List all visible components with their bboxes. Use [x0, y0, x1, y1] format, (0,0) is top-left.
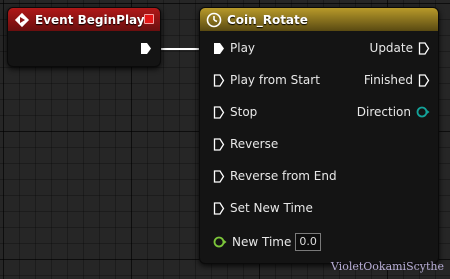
float-input-pin-icon[interactable]: [213, 235, 227, 249]
input-pin-set-new-time[interactable]: Set New Time: [213, 201, 313, 215]
pin-label: Play from Start: [230, 73, 320, 87]
input-pin-reverse[interactable]: Reverse: [213, 137, 278, 151]
pin-label: Direction: [356, 105, 411, 119]
input-pin-reverse-from-end[interactable]: Reverse from End: [213, 169, 337, 183]
timeline-node-title: Coin_Rotate: [227, 12, 308, 27]
input-pin-new-time[interactable]: New Time 0.0: [213, 233, 321, 251]
pin-label: New Time: [232, 235, 292, 249]
pin-label: Set New Time: [230, 201, 313, 215]
event-node-header[interactable]: Event BeginPlay: [8, 8, 160, 31]
exec-input-pin-icon[interactable]: [213, 201, 225, 215]
pin-label: Reverse: [230, 137, 279, 151]
watermark: VioletOokamiScythe: [330, 260, 444, 273]
exec-input-pin-icon[interactable]: [213, 73, 225, 87]
input-pin-play[interactable]: Play: [213, 41, 255, 55]
exec-output-pin-icon[interactable]: [418, 41, 430, 55]
exec-input-pin-icon[interactable]: [213, 137, 225, 151]
event-delegate-pin[interactable]: [144, 14, 154, 24]
input-pin-play-from-start[interactable]: Play from Start: [213, 73, 320, 87]
pin-label: Play: [230, 41, 256, 55]
pin-label: Stop: [230, 105, 258, 119]
exec-input-pin-icon[interactable]: [213, 42, 225, 55]
event-beginplay-node[interactable]: Event BeginPlay: [7, 7, 161, 67]
pin-label: Update: [369, 41, 413, 55]
timeline-node-header[interactable]: Coin_Rotate: [200, 8, 438, 31]
exec-input-pin-icon[interactable]: [213, 105, 225, 119]
output-pin-update[interactable]: Update: [370, 41, 430, 55]
event-node-title: Event BeginPlay: [35, 12, 145, 27]
event-exec-output[interactable]: [135, 42, 152, 55]
output-pin-finished[interactable]: Finished: [364, 73, 430, 87]
exec-output-pin-icon[interactable]: [140, 42, 152, 55]
blueprint-graph-canvas[interactable]: { "colors": { "event_header": "#8a1515",…: [0, 0, 450, 279]
new-time-value-input[interactable]: 0.0: [295, 233, 321, 251]
exec-output-pin-icon[interactable]: [418, 73, 430, 87]
pin-label: Reverse from End: [230, 169, 337, 183]
output-pin-direction[interactable]: Direction: [357, 105, 430, 119]
event-diamond-icon: [14, 12, 30, 28]
timeline-clock-icon: [206, 12, 222, 28]
exec-input-pin-icon[interactable]: [213, 169, 225, 183]
pin-label: Finished: [363, 73, 413, 87]
timeline-node[interactable]: Coin_Rotate Play Play from Start Stop Re…: [199, 7, 439, 264]
input-pin-stop[interactable]: Stop: [213, 105, 257, 119]
enum-output-pin-icon[interactable]: [416, 105, 430, 119]
